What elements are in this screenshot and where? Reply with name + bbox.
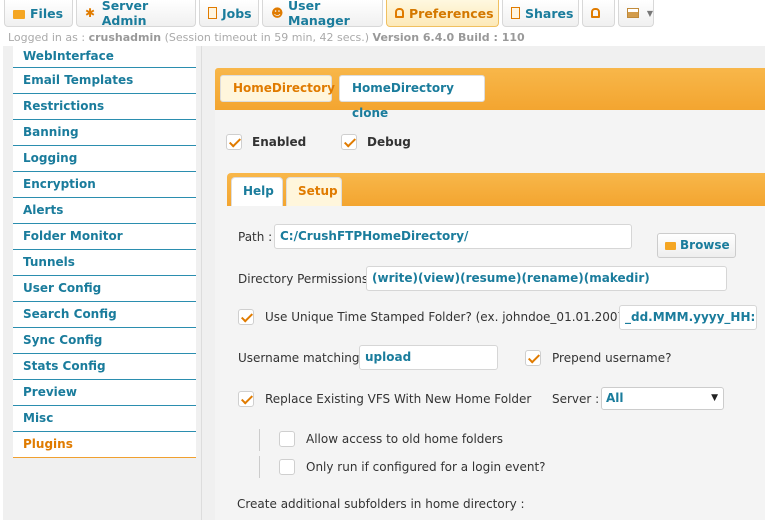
tab-shares-label: Shares xyxy=(525,5,574,21)
tab-image-menu[interactable]: ▼ xyxy=(618,0,654,27)
chevron-down-icon: ▼ xyxy=(711,393,718,403)
indent-line xyxy=(259,429,260,451)
sidebar-item-banning[interactable]: Banning xyxy=(13,120,196,146)
sidebar-item-alerts[interactable]: Alerts xyxy=(13,198,196,224)
plugin-settings-area: HomeDirectory HomeDirectory clone Enable… xyxy=(202,46,765,520)
username-matching-input[interactable]: upload xyxy=(359,345,498,370)
preferences-sidebar: WebInterface Email Templates Restriction… xyxy=(3,46,202,520)
setup-panel: Help Setup Path : C:/CrushFTPHomeDirecto… xyxy=(227,173,765,520)
sidebar-item-stats-config[interactable]: Stats Config xyxy=(13,354,196,380)
tab-user-manager[interactable]: ☻ User Manager xyxy=(262,0,383,28)
plugin-tab-bar: HomeDirectory HomeDirectory clone xyxy=(215,68,765,120)
prepend-username-checkbox[interactable] xyxy=(525,350,541,366)
sidebar-item-tunnels[interactable]: Tunnels xyxy=(13,250,196,276)
sidebar-item-plugins[interactable]: Plugins xyxy=(13,432,196,458)
permissions-input[interactable]: (write)(view)(resume)(rename)(makedir) xyxy=(366,266,727,291)
session-status: Logged in as : crushadmin (Session timeo… xyxy=(8,31,525,44)
permissions-label: Directory Permissions : xyxy=(238,272,376,286)
debug-label: Debug xyxy=(367,135,411,149)
login-event-checkbox[interactable] xyxy=(279,459,295,475)
login-event-label: Only run if configured for a login event… xyxy=(306,460,546,474)
logged-in-user: crushadmin xyxy=(88,31,162,44)
tab-server-admin[interactable]: ✱ Server Admin xyxy=(76,0,196,28)
top-navigation: Files ✱ Server Admin Jobs ☻ User Manager… xyxy=(0,0,765,30)
sidebar-item-logging[interactable]: Logging xyxy=(13,146,196,172)
sidebar-item-misc[interactable]: Misc xyxy=(13,406,196,432)
unique-folder-checkbox[interactable] xyxy=(238,309,254,325)
tab-preferences[interactable]: Preferences xyxy=(386,0,499,27)
indent-line xyxy=(259,456,260,478)
session-timeout: (Session timeout in 59 min, 42 secs.) xyxy=(164,31,370,44)
server-label: Server : xyxy=(552,392,600,406)
enabled-label: Enabled xyxy=(252,135,307,149)
sidebar-item-search-config[interactable]: Search Config xyxy=(13,302,196,328)
tab-homedirectory-clone[interactable]: HomeDirectory clone xyxy=(339,75,485,120)
timestamp-format-input[interactable]: _dd.MMM.yyyy_HH:mm xyxy=(619,305,757,330)
server-select-value: All xyxy=(606,391,624,405)
tab-user-manager-label: User Manager xyxy=(288,0,350,28)
sidebar-item-user-config[interactable]: User Config xyxy=(13,276,196,302)
server-select[interactable]: All ▼ xyxy=(601,387,724,410)
debug-checkbox[interactable] xyxy=(341,134,357,150)
path-label: Path : xyxy=(238,230,273,244)
tab-preferences-label: Preferences xyxy=(409,5,494,21)
tab-jobs[interactable]: Jobs xyxy=(199,0,259,27)
browse-label: Browse xyxy=(680,238,730,252)
user-icon: ☻ xyxy=(271,6,284,20)
sidebar-item-folder-monitor[interactable]: Folder Monitor xyxy=(13,224,196,250)
replace-vfs-checkbox[interactable] xyxy=(238,391,254,407)
jobs-icon xyxy=(208,7,217,19)
tab-lock[interactable] xyxy=(582,0,615,27)
username-matching-label: Username matching : xyxy=(238,351,368,365)
tab-server-admin-label: Server Admin xyxy=(101,0,149,28)
folder-icon xyxy=(13,9,25,19)
chevron-down-icon: ▼ xyxy=(646,8,653,18)
version-info: Version 6.4.0 Build : 110 xyxy=(372,31,525,44)
plugin-panel: HomeDirectory HomeDirectory clone Enable… xyxy=(215,68,765,520)
tab-shares[interactable]: Shares xyxy=(502,0,579,27)
sidebar-item-sync-config[interactable]: Sync Config xyxy=(13,328,196,354)
logged-in-prefix: Logged in as : xyxy=(8,31,86,44)
preferences-icon xyxy=(395,8,404,18)
inner-tab-bar: Help Setup xyxy=(227,173,765,206)
tab-files[interactable]: Files xyxy=(4,0,73,27)
tab-homedirectory[interactable]: HomeDirectory xyxy=(220,75,335,102)
browse-button[interactable]: Browse xyxy=(657,233,736,258)
prepend-username-label: Prepend username? xyxy=(552,351,672,365)
sidebar-item-webinterface[interactable]: WebInterface xyxy=(13,46,196,68)
tab-setup[interactable]: Setup xyxy=(286,177,342,206)
sidebar-item-preview[interactable]: Preview xyxy=(13,380,196,406)
gear-icon: ✱ xyxy=(85,6,96,20)
replace-vfs-label: Replace Existing VFS With New Home Folde… xyxy=(265,392,532,406)
folder-open-icon xyxy=(665,241,676,250)
enabled-checkbox[interactable] xyxy=(226,134,242,150)
lock-icon xyxy=(591,8,600,18)
sidebar-item-restrictions[interactable]: Restrictions xyxy=(13,94,196,120)
old-home-folders-checkbox[interactable] xyxy=(279,431,295,447)
subfolders-label: Create additional subfolders in home dir… xyxy=(237,497,525,511)
tab-jobs-label: Jobs xyxy=(222,5,252,21)
sidebar-item-email-templates[interactable]: Email Templates xyxy=(13,68,196,94)
image-icon xyxy=(627,8,639,18)
tab-help[interactable]: Help xyxy=(231,177,283,206)
sidebar-item-encryption[interactable]: Encryption xyxy=(13,172,196,198)
shares-icon xyxy=(511,7,520,19)
unique-folder-label: Use Unique Time Stamped Folder? (ex. joh… xyxy=(265,310,630,324)
old-home-folders-label: Allow access to old home folders xyxy=(306,432,503,446)
path-input[interactable]: C:/CrushFTPHomeDirectory/ xyxy=(274,224,632,249)
tab-files-label: Files xyxy=(30,5,64,21)
